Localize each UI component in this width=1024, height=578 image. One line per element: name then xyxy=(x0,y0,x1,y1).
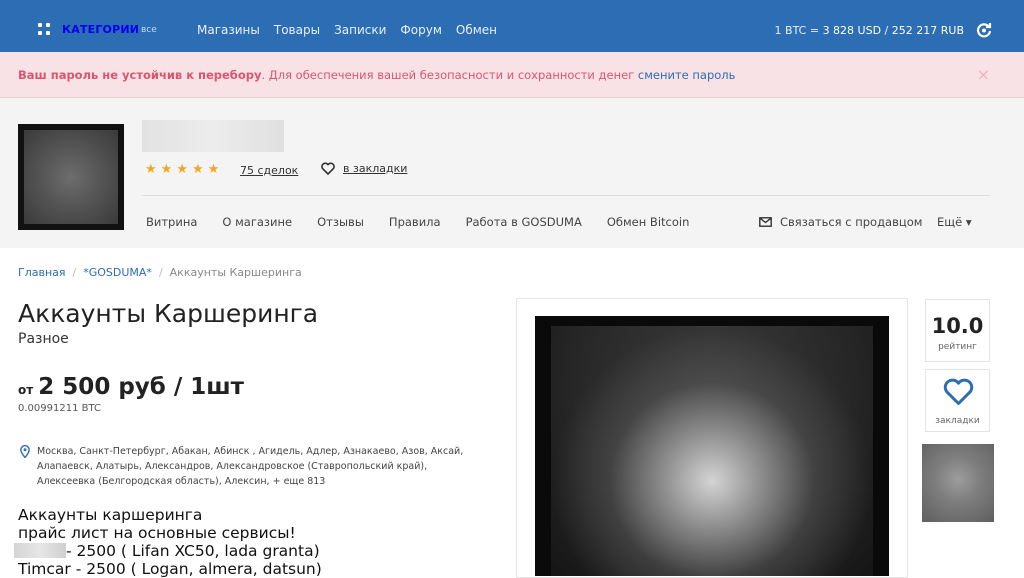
breadcrumb-home[interactable]: Главная xyxy=(18,266,66,279)
shop-avatar[interactable] xyxy=(18,124,124,230)
rating-value: 10.0 xyxy=(931,314,984,338)
breadcrumb: Главная / *GOSDUMA* / Аккаунты Каршеринг… xyxy=(18,266,302,279)
price-value: 2 500 руб / 1шт xyxy=(38,374,245,400)
nav-exchange[interactable]: Обмен xyxy=(456,23,497,37)
alert-message: Ваш пароль не устойчив к перебору. Для о… xyxy=(18,68,735,82)
categories-all-link[interactable]: все xyxy=(141,25,157,35)
favorite-button[interactable]: закладки xyxy=(925,369,990,432)
breadcrumb-separator: / xyxy=(158,266,163,279)
rate-prefix: 1 BTC = xyxy=(774,24,823,37)
breadcrumb-separator: / xyxy=(72,266,77,279)
star-icon: ★ xyxy=(191,162,204,177)
star-icon: ★ xyxy=(176,162,188,177)
bookmark-button[interactable]: в закладки xyxy=(321,162,407,175)
contact-seller-button[interactable]: Связаться с продавцом xyxy=(759,215,922,229)
heart-icon xyxy=(321,162,335,175)
blurred-service-name xyxy=(14,543,66,558)
product-category: Разное xyxy=(18,331,69,347)
desc-line: Timcar - 2500 ( Logan, almera, datsun) xyxy=(18,560,322,578)
shop-tab-showcase[interactable]: Витрина xyxy=(146,215,197,229)
desc-line: - 2500 ( Lifan XC50, lada granta) xyxy=(14,542,322,560)
product-image[interactable] xyxy=(535,316,889,576)
categories-button[interactable]: КАТЕГОРИИ xyxy=(62,23,139,36)
rate-usd: 3 828 USD xyxy=(822,24,882,37)
product-thumbnail[interactable] xyxy=(922,444,994,522)
location-pin-icon xyxy=(20,445,30,458)
product-price: от 2 500 руб / 1шт xyxy=(18,374,244,400)
shop-tab-about[interactable]: О магазине xyxy=(222,215,292,229)
alert-text: . Для обеспечения вашей безопасности и с… xyxy=(261,68,638,82)
breadcrumb-current: Аккаунты Каршеринга xyxy=(169,266,302,279)
desc-line: прайс лист на основные сервисы! xyxy=(18,524,296,542)
rate-sep: / xyxy=(881,24,892,37)
rating-stars: ★ ★ ★ ★ ★ xyxy=(145,162,219,177)
breadcrumb-shop[interactable]: *GOSDUMA* xyxy=(83,266,152,279)
shop-header: ★ ★ ★ ★ ★ 75 сделок в закладки Витрина О… xyxy=(0,98,1024,248)
shop-name-blurred xyxy=(142,120,284,152)
heart-icon xyxy=(943,378,974,405)
favorite-label: закладки xyxy=(935,416,980,426)
star-icon: ★ xyxy=(160,162,173,177)
refresh-icon[interactable] xyxy=(976,22,992,38)
shop-tab-bitcoin-exchange[interactable]: Обмен Bitcoin xyxy=(607,215,690,229)
desc-line: Аккаунты каршеринга xyxy=(18,506,203,524)
star-icon: ★ xyxy=(207,162,220,177)
more-dropdown[interactable]: Ещё ▾ xyxy=(937,215,972,229)
shop-tab-reviews[interactable]: Отзывы xyxy=(317,215,364,229)
divider xyxy=(142,195,990,196)
shop-tab-work[interactable]: Работа в GOSDUMA xyxy=(466,215,582,229)
rating-box: 10.0 рейтинг xyxy=(925,299,990,362)
change-password-link[interactable]: смените пароль xyxy=(638,68,736,82)
password-alert: Ваш пароль не устойчив к перебору. Для о… xyxy=(0,52,1024,98)
price-btc: 0.00991211 BTC xyxy=(18,403,101,414)
star-icon: ★ xyxy=(145,162,157,177)
desc-line-text: - 2500 ( Lifan XC50, lada granta) xyxy=(66,542,320,560)
mail-icon xyxy=(759,217,772,227)
deals-link[interactable]: 75 сделок xyxy=(240,164,298,177)
nav-shops[interactable]: Магазины xyxy=(197,23,260,37)
price-from: от xyxy=(18,383,34,397)
main-nav: Магазины Товары Записки Форум Обмен xyxy=(197,23,497,37)
rating-label: рейтинг xyxy=(938,342,977,352)
bookmark-label: в закладки xyxy=(343,162,408,175)
rate-rub: 252 217 RUB xyxy=(891,24,964,37)
shop-tab-rules[interactable]: Правила xyxy=(389,215,441,229)
product-description: Аккаунты каршеринга прайс лист на основн… xyxy=(14,506,322,578)
nav-forum[interactable]: Форум xyxy=(400,23,441,37)
contact-seller-label: Связаться с продавцом xyxy=(780,215,923,229)
btc-rate: 1 BTC = 3 828 USD / 252 217 RUB xyxy=(775,24,964,37)
nav-goods[interactable]: Товары xyxy=(274,23,320,37)
product-cities: Москва, Санкт-Петербург, Абакан, Абинск … xyxy=(37,446,464,487)
alert-bold: Ваш пароль не устойчив к перебору xyxy=(18,68,262,82)
alert-close-icon[interactable]: × xyxy=(977,65,990,84)
product-title: Аккаунты Каршеринга xyxy=(18,299,319,328)
top-navbar: КАТЕГОРИИ все Магазины Товары Записки Фо… xyxy=(0,0,1024,52)
nav-notes[interactable]: Записки xyxy=(334,23,386,37)
categories-grid-icon[interactable] xyxy=(38,23,50,35)
shop-nav: Витрина О магазине Отзывы Правила Работа… xyxy=(146,215,714,229)
